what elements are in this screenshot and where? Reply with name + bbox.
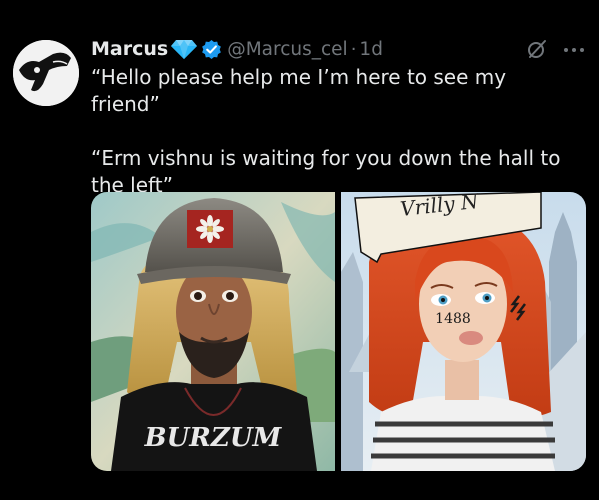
author-name[interactable]: Marcus [91, 38, 168, 60]
verified-badge-icon[interactable] [201, 39, 222, 60]
more-icon[interactable] [563, 47, 585, 53]
media-image-right[interactable]: 1488 Vrilly N [341, 192, 586, 471]
tweet-header: Marcus @Marcus_cel · 1d [91, 35, 383, 63]
tweet-media[interactable]: BURZUM 1488 Vrilly N [91, 192, 586, 471]
separator-dot: · [350, 38, 357, 60]
shirt-text: BURZUM [144, 423, 283, 453]
tweet-line: “Hello please help me I’m here to see my… [91, 65, 507, 116]
cheek-text: 1488 [435, 311, 471, 327]
tweet-text: “Hello please help me I’m here to see my… [91, 64, 581, 199]
grok-icon[interactable] [526, 38, 548, 60]
diamond-emoji-icon [171, 40, 198, 59]
timestamp[interactable]: 1d [359, 39, 383, 60]
media-image-left[interactable]: BURZUM [91, 192, 335, 471]
author-handle[interactable]: @Marcus_cel [227, 39, 347, 60]
tweet-line: “Erm vishnu is waiting for you down the … [91, 146, 561, 197]
tweet[interactable]: Marcus @Marcus_cel · 1d “Hello please he… [0, 0, 599, 500]
avatar[interactable] [13, 40, 79, 106]
